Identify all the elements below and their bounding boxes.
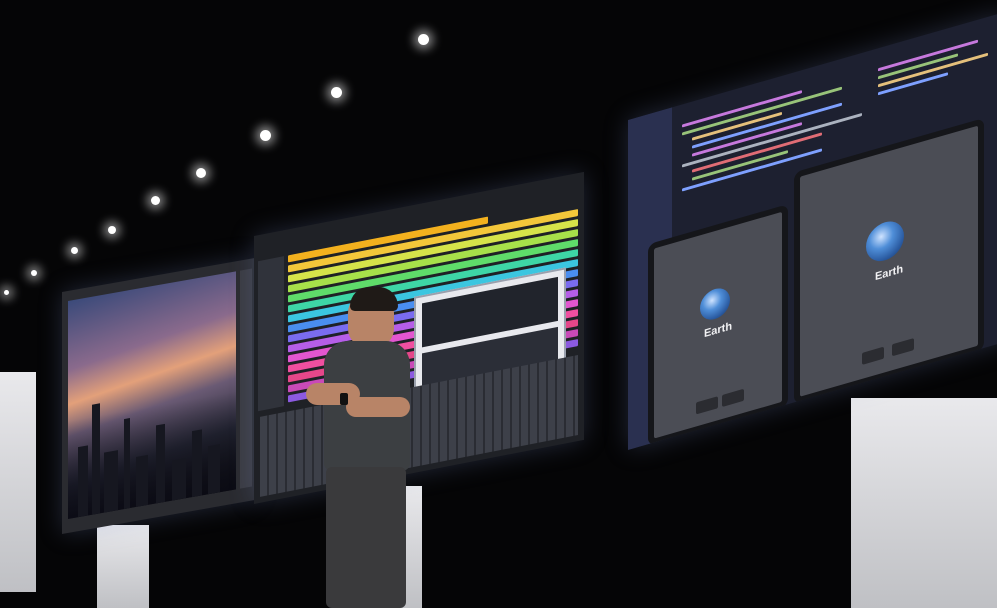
- ceiling-light: [196, 168, 206, 178]
- stage-wall-left: [0, 372, 36, 592]
- city-photo: [68, 271, 236, 519]
- earth-globe-icon: [866, 216, 904, 266]
- ceiling-light: [71, 247, 78, 254]
- ceiling-light: [31, 270, 37, 276]
- ipad-preview-right: Earth: [794, 117, 984, 405]
- photo-editor-screen: [62, 258, 254, 534]
- keynote-stage: Earth Earth: [0, 0, 997, 608]
- track-inspector: [258, 256, 284, 412]
- preview-button: [862, 346, 884, 365]
- ceiling-light: [418, 34, 429, 45]
- ceiling-light: [331, 87, 342, 98]
- code-editor-screen: Earth Earth: [628, 11, 997, 451]
- stage-wall-pillar: [97, 525, 149, 608]
- presenter-legs: [326, 467, 406, 608]
- earth-globe-icon: [700, 284, 730, 324]
- preview-button: [892, 337, 914, 357]
- ceiling-light: [108, 226, 116, 234]
- stage-wall-right: [851, 398, 997, 608]
- presenter: [300, 287, 420, 608]
- editor-sidebar: [240, 268, 252, 489]
- ceiling-light: [260, 130, 271, 141]
- presenter-hair: [350, 287, 398, 311]
- ceiling-light: [4, 290, 9, 295]
- preview-button: [722, 388, 744, 408]
- presenter-arm: [346, 397, 410, 417]
- ipad-preview-left: Earth: [648, 204, 788, 447]
- ceiling-light: [151, 196, 160, 205]
- preview-button: [696, 396, 718, 415]
- presenter-watch: [340, 393, 348, 405]
